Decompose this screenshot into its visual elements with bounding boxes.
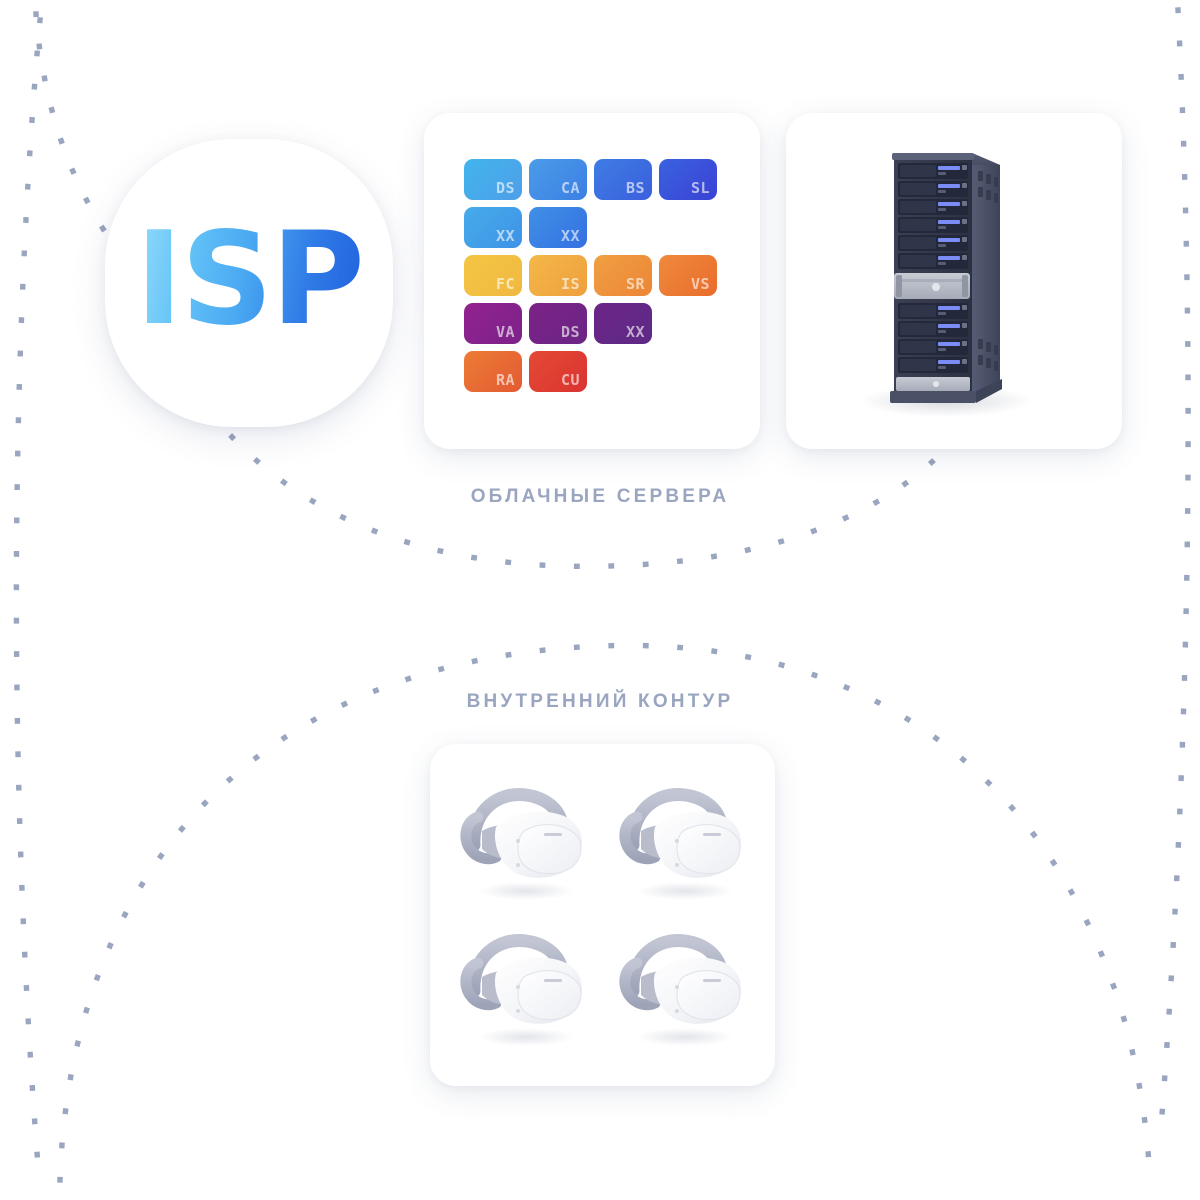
tile-label: SL [690,179,710,197]
service-tile[interactable]: VS [659,255,717,296]
vr-headset-icon [619,788,741,900]
service-tile[interactable]: BS [594,159,652,200]
service-tile[interactable]: XX [464,207,522,248]
tile-label: IS [560,275,580,293]
service-tile[interactable]: SR [594,255,652,296]
service-tile[interactable]: FC [464,255,522,296]
isp-wordmark: ISP [135,205,365,354]
service-tile[interactable]: DS [529,303,587,344]
vr-headset-icon [460,934,583,1046]
diagram-canvas: ISP DS CA BS SL XX XX FC IS SR VS VA DS … [0,0,1200,1200]
isp-logo: ISP [105,139,393,427]
caption-inner-contour: ВНУТРЕННИЙ КОНТУР [466,691,734,712]
vr-headset-cell[interactable] [603,770,762,916]
cloud-services-card[interactable]: DS CA BS SL XX XX FC IS SR VS VA DS XX R… [424,113,760,449]
tile-label: XX [625,323,645,341]
tile-row: XX XX [464,207,720,248]
service-tile[interactable]: CU [529,351,587,392]
vr-headset-icon [619,934,741,1046]
tile-label: RA [495,371,515,389]
caption-cloud-servers: ОБЛАЧНЫЕ СЕРВЕРА [470,486,730,507]
tile-label: VA [495,323,515,341]
tile-label: SR [625,275,645,293]
vr-headset-cell[interactable] [603,916,762,1062]
vr-headset-grid [444,770,761,1062]
service-tile[interactable]: DS [464,159,522,200]
service-tile-grid: DS CA BS SL XX XX FC IS SR VS VA DS XX R… [464,159,720,399]
vr-headset-icon [460,788,583,900]
tile-row: VA DS XX [464,303,720,344]
vr-headset-cell[interactable] [444,770,603,916]
server-rack-card[interactable] [786,113,1122,449]
tile-row: RA CU [464,351,720,392]
server-rack-icon [860,153,1032,417]
rack-bottom-panel [896,377,970,391]
tile-label: XX [560,227,580,245]
tile-label: DS [495,179,515,197]
tile-label: CU [560,371,580,389]
service-tile[interactable]: CA [529,159,587,200]
service-tile[interactable]: XX [529,207,587,248]
tile-label: XX [495,227,515,245]
service-tile[interactable]: SL [659,159,717,200]
vr-headsets-card[interactable] [430,744,775,1086]
service-tile[interactable]: IS [529,255,587,296]
tile-label: VS [690,275,710,293]
vr-headset-cell[interactable] [444,916,603,1062]
rack-control-panel [894,273,970,299]
tile-label: BS [625,179,645,197]
tile-label: FC [495,275,515,293]
tile-label: CA [560,179,580,197]
service-tile[interactable]: RA [464,351,522,392]
tile-row: FC IS SR VS [464,255,720,296]
service-tile[interactable]: VA [464,303,522,344]
tile-label: DS [560,323,580,341]
tile-row: DS CA BS SL [464,159,720,200]
service-tile[interactable]: XX [594,303,652,344]
